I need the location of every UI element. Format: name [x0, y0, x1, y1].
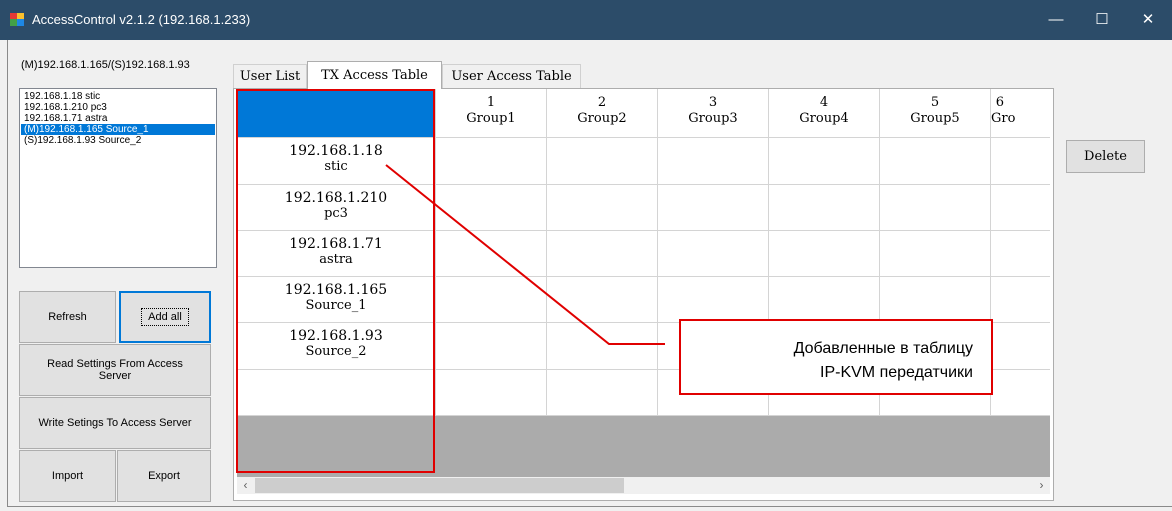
annotation-text: Добавленные в таблицу IP-KVM передатчики [794, 337, 973, 385]
annotation-pointer [385, 164, 665, 345]
pointer-line [385, 164, 665, 345]
annotation-line-1: Добавленные в таблицу [793, 340, 973, 357]
annotation-callout: Добавленные в таблицу IP-KVM передатчики [679, 319, 993, 395]
annotation-line-2: IP-KVM передатчики [820, 364, 973, 381]
